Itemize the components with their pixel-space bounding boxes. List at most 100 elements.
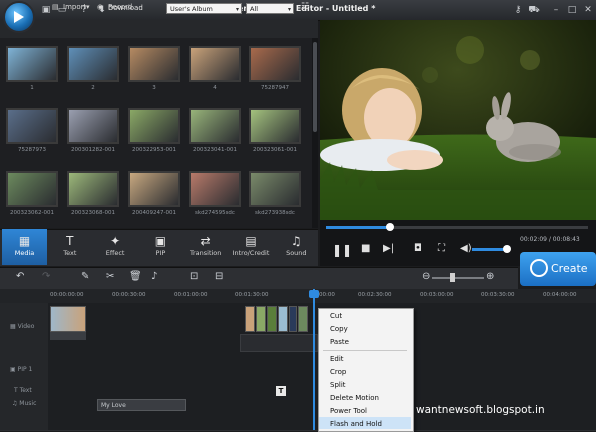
media-thumbnail[interactable] <box>128 46 180 82</box>
video-clip[interactable] <box>289 306 297 332</box>
record-icon: ◉ <box>97 3 104 11</box>
media-thumbnail-label: 200322953-001 <box>132 147 176 153</box>
text-track-label: T Text <box>14 387 32 394</box>
undo-icon[interactable]: ↶ <box>16 271 24 282</box>
media-thumbnail[interactable] <box>6 171 58 207</box>
video-track-label: ▦ Video <box>10 323 34 330</box>
tab-transition[interactable]: ⇄ Transition <box>183 229 228 265</box>
video-clip[interactable] <box>50 306 86 332</box>
sound-icon: ♫ <box>290 234 302 248</box>
list-view-icon[interactable]: ☷ <box>301 2 309 12</box>
chevron-down-icon[interactable]: ▾ <box>86 3 90 11</box>
media-thumbnail-label: skd274595sdc <box>195 210 235 216</box>
create-button[interactable]: Create <box>520 252 596 286</box>
tab-media[interactable]: ▦ Media <box>2 229 47 265</box>
media-thumbnail-label: 200323068-001 <box>71 210 115 216</box>
fullscreen-icon[interactable]: ⛶ <box>438 243 445 254</box>
menu-item-crop[interactable]: Crop <box>330 368 346 376</box>
video-clip[interactable] <box>256 306 266 332</box>
playback-progress-handle[interactable] <box>386 223 394 231</box>
tab-effect[interactable]: ✦ Effect <box>93 229 138 265</box>
media-thumbnail[interactable] <box>249 171 301 207</box>
watermark: wantnewsoft.blogspot.in <box>416 404 545 416</box>
media-thumbnail[interactable] <box>6 108 58 144</box>
media-thumbnail[interactable] <box>189 46 241 82</box>
logo-icon <box>3 1 35 33</box>
pause-button[interactable]: ❚❚ <box>332 243 352 257</box>
video-clip[interactable] <box>267 306 277 332</box>
music-track-name: Music <box>19 400 37 407</box>
maximize-icon[interactable]: □ <box>566 4 578 16</box>
pip-track[interactable] <box>0 353 596 386</box>
zoom-out-icon[interactable]: ⊖ <box>422 271 430 282</box>
music-clip[interactable]: My Love <box>97 399 186 411</box>
tab-pip[interactable]: ▣ PIP <box>138 229 183 265</box>
menu-item-power-tool[interactable]: Power Tool <box>330 407 367 415</box>
music-track-label: ♫ Music <box>12 400 36 407</box>
delete-icon[interactable]: 🗑︎ <box>129 271 142 282</box>
zoom-fit-icon[interactable]: ⊡ <box>190 271 198 282</box>
media-thumbnail[interactable] <box>189 108 241 144</box>
album-select[interactable]: User's Album ▾ <box>166 3 242 14</box>
close-icon[interactable]: ✕ <box>582 4 594 16</box>
menu-item-paste[interactable]: Paste <box>330 338 349 346</box>
filter-select[interactable]: All ▾ <box>246 3 294 14</box>
menu-item-delete-motion[interactable]: Delete Motion <box>330 394 379 402</box>
stop-button[interactable]: ■ <box>361 243 370 254</box>
playhead[interactable] <box>313 289 315 430</box>
video-clip[interactable] <box>298 306 308 332</box>
media-thumbnail[interactable] <box>67 46 119 82</box>
split-view-icon[interactable]: ⊟ <box>215 271 223 282</box>
media-scrollbar-thumb[interactable] <box>313 42 317 132</box>
preview-frame <box>320 20 596 220</box>
media-thumbnail-label: 200409247-001 <box>132 210 176 216</box>
menu-item-cut[interactable]: Cut <box>330 312 342 320</box>
tab-text[interactable]: T Text <box>47 229 92 265</box>
menu-item-flash-and-hold[interactable]: Flash and Hold <box>330 420 382 428</box>
media-thumbnail[interactable] <box>67 108 119 144</box>
tab-intro-credit[interactable]: ▤ Intro/Credit <box>229 229 274 265</box>
media-thumbnail-label: 75287973 <box>18 147 46 153</box>
menu-item-split[interactable]: Split <box>330 381 346 389</box>
tab-label: PIP <box>155 249 166 257</box>
text-clip-marker[interactable]: T <box>276 386 286 396</box>
scissors-icon[interactable]: ✂ <box>106 271 114 282</box>
video-track-name: Video <box>17 323 35 330</box>
media-thumbnail[interactable] <box>189 171 241 207</box>
playhead-handle[interactable] <box>309 290 319 298</box>
redo-icon[interactable]: ↷ <box>42 271 50 282</box>
key-icon[interactable]: ⚷ <box>512 4 524 16</box>
media-thumbnail-label: 4 <box>213 85 217 91</box>
ruler-label: 00:00 <box>319 292 335 298</box>
edit-icon[interactable]: ✎ <box>81 271 89 282</box>
media-thumbnail[interactable] <box>249 108 301 144</box>
media-thumbnail-label: 2 <box>91 85 95 91</box>
cart-icon[interactable]: ⛟ <box>528 4 540 16</box>
media-thumbnail-label: 200323041-001 <box>193 147 237 153</box>
snapshot-icon[interactable]: ◘ <box>414 243 422 254</box>
menu-item-edit[interactable]: Edit <box>330 355 344 363</box>
zoom-slider-handle[interactable] <box>450 273 455 282</box>
volume-icon[interactable]: ◀) <box>460 243 472 254</box>
microphone-icon[interactable]: ♪ <box>151 271 157 282</box>
media-thumbnail[interactable] <box>6 46 58 82</box>
record-button[interactable]: Record <box>108 3 132 11</box>
media-thumbnail[interactable] <box>249 46 301 82</box>
minimize-icon[interactable]: – <box>550 4 562 16</box>
video-clip[interactable] <box>245 306 255 332</box>
zoom-in-icon[interactable]: ⊕ <box>486 271 494 282</box>
media-thumbnail[interactable] <box>67 171 119 207</box>
media-thumbnail[interactable] <box>128 108 180 144</box>
import-button[interactable]: Import <box>63 3 86 11</box>
volume-slider-handle[interactable] <box>503 245 511 253</box>
video-clip[interactable] <box>278 306 288 332</box>
pip-icon: ▣ <box>10 366 18 373</box>
import-icon: ▤ <box>52 3 59 11</box>
tab-sound[interactable]: ♫ Sound <box>274 229 319 265</box>
zoom-slider-track[interactable] <box>432 277 484 279</box>
next-frame-button[interactable]: ▶| <box>383 243 394 254</box>
media-thumbnail[interactable] <box>128 171 180 207</box>
media-thumbnail-label: 1 <box>30 85 34 91</box>
menu-item-copy[interactable]: Copy <box>330 325 348 333</box>
transition-icon: ⇄ <box>200 234 211 248</box>
